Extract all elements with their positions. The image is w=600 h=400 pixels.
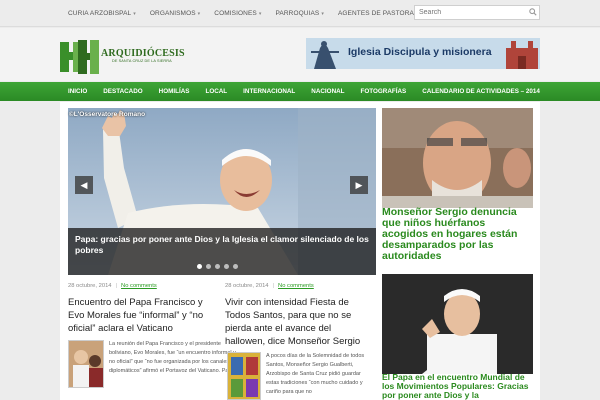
search-input[interactable] <box>414 5 540 20</box>
banner-text: Iglesia Discipula y misionera <box>348 46 492 58</box>
chevron-left-icon: ◀ <box>80 179 88 190</box>
slider-caption[interactable]: Papa: gracias por poner ante Dios y la I… <box>75 234 371 256</box>
article-meta: 28 octubre, 2014 | No comments <box>68 283 157 289</box>
photo-credit: ©L'Osservatore Romano <box>69 111 146 118</box>
comments-link[interactable]: No comments <box>278 283 314 289</box>
nav-inicio[interactable]: INICIO <box>60 82 95 101</box>
sidebar-story-image[interactable] <box>382 274 533 374</box>
nav-internacional[interactable]: INTERNACIONAL <box>235 82 303 101</box>
chevron-down-icon: ▾ <box>133 10 136 17</box>
slider-prev-button[interactable]: ◀ <box>75 176 93 194</box>
nav-destacado[interactable]: DESTACADO <box>95 82 150 101</box>
article-thumbnail[interactable] <box>227 352 261 400</box>
chevron-right-icon: ▶ <box>355 179 363 190</box>
comments-link[interactable]: No comments <box>121 283 157 289</box>
topnav-label: COMISIONES <box>214 10 257 17</box>
chevron-down-icon: ▾ <box>258 10 262 17</box>
article-title[interactable]: Encuentro del Papa Francisco y Evo Moral… <box>68 296 210 335</box>
article-date: 28 octubre, 2014 <box>68 283 112 289</box>
slider-next-button[interactable]: ▶ <box>350 176 368 194</box>
sidebar-story-photo <box>382 108 533 208</box>
sidebar-story-title[interactable]: El Papa en el encuentro Mundial de los M… <box>382 373 534 400</box>
nav-nacional[interactable]: NACIONAL <box>303 82 352 101</box>
logo-title: ARQUIDIÓCESIS <box>101 48 185 59</box>
topnav-item-organismos[interactable]: ORGANISMOS ▾ <box>150 10 200 17</box>
article-meta: 28 octubre, 2014 | No comments <box>225 283 314 289</box>
slider-dot[interactable] <box>206 264 211 269</box>
slider-dot[interactable] <box>215 264 220 269</box>
slider-dot[interactable] <box>233 264 238 269</box>
logo-subtitle: DE SANTA CRUZ DE LA SIERRA <box>112 59 172 63</box>
topnav-label: ORGANISMOS <box>149 10 196 17</box>
slider-dot[interactable] <box>224 264 229 269</box>
topnav-label: CURIA ARZOBISPAL <box>68 10 132 17</box>
article-excerpt: La reunión del Papa Francisco y el presi… <box>109 341 237 374</box>
chevron-down-icon: ▾ <box>197 10 201 17</box>
nav-calendario[interactable]: CALENDARIO DE ACTIVIDADES – 2014 <box>414 82 548 101</box>
sidebar-story-title[interactable]: Monseñor Sergio denuncia que niños huérf… <box>382 207 534 262</box>
topnav-item-agentes[interactable]: AGENTES DE PASTORAL▾ <box>338 10 422 17</box>
topnav-item-curia[interactable]: CURIA ARZOBISPAL ▾ <box>68 10 136 17</box>
main-nav: INICIO DESTACADO HOMILÍAS LOCAL INTERNAC… <box>0 82 600 101</box>
slider-pagination <box>197 264 242 269</box>
slider-dot[interactable] <box>197 264 202 269</box>
article-title[interactable]: Vivir con intensidad Fiesta de Todos San… <box>225 296 373 348</box>
article-excerpt: A pocos días de la Solemnidad de todos S… <box>266 353 365 395</box>
topnav-label: AGENTES DE PASTORAL <box>337 10 418 17</box>
search-icon[interactable] <box>529 8 537 16</box>
nav-homilias[interactable]: HOMILÍAS <box>151 82 198 101</box>
top-nav: CURIA ARZOBISPAL ▾ ORGANISMOS ▾ COMISIONES… <box>68 0 436 27</box>
article-thumbnail-image <box>69 341 103 387</box>
topnav-item-parroquias[interactable]: PARROQUIAS ▾ <box>275 10 323 17</box>
topnav-item-comisiones[interactable]: COMISIONES ▾ <box>214 10 261 17</box>
article-thumbnail[interactable] <box>68 340 104 388</box>
article-date: 28 octubre, 2014 <box>225 283 269 289</box>
nav-fotografias[interactable]: FOTOGRAFÍAS <box>353 82 415 101</box>
chevron-down-icon: ▾ <box>321 10 324 17</box>
nav-local[interactable]: LOCAL <box>197 82 235 101</box>
topnav-label: PARROQUIAS <box>275 10 320 17</box>
sidebar-story-photo <box>382 274 533 374</box>
header-banner[interactable]: Iglesia Discipula y misionera <box>306 38 540 69</box>
sidebar-story-image[interactable] <box>382 108 533 208</box>
article-thumbnail-image <box>228 353 260 399</box>
